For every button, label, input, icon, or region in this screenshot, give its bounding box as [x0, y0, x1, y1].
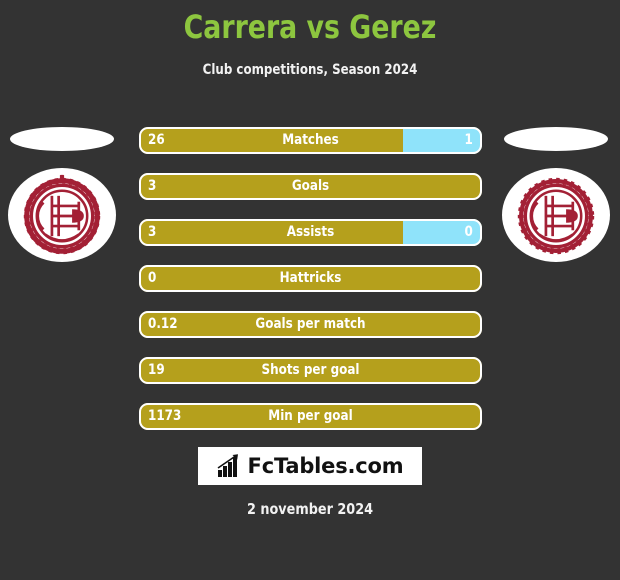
report-date: 2 november 2024 [246, 500, 374, 518]
stat-bar: 0.12 Goals per match [139, 311, 482, 338]
fctables-logo[interactable]: FcTables.com [198, 447, 422, 485]
stat-label: Matches [282, 132, 339, 148]
stat-bar: 26 Matches 1 [139, 127, 482, 154]
stat-bar: 0 Hattricks [139, 265, 482, 292]
stat-label: Goals [291, 178, 330, 194]
stat-bar: 19 Shots per goal [139, 357, 482, 384]
page-title: Carrera vs Gerez [183, 8, 437, 46]
fctables-logo-text: FcTables.com [247, 454, 404, 478]
crest-top-ellipse-left [10, 127, 114, 151]
page-subtitle: Club competitions, Season 2024 [202, 62, 418, 78]
stat-comparison-card: Carrera vs Gerez Club competitions, Seas… [0, 0, 620, 580]
club-crest-left [4, 124, 122, 264]
stat-label: Shots per goal [261, 362, 360, 378]
stat-label: Assists [286, 224, 335, 240]
club-crest-right [498, 124, 616, 264]
lanus-cogwheel-icon-left [23, 174, 101, 255]
stat-bar: 1173 Min per goal [139, 403, 482, 430]
bar-chart-growth-icon [217, 454, 238, 477]
stat-value-away: 0 [464, 224, 473, 240]
stat-label: Min per goal [268, 408, 353, 424]
stat-bar: 3 Goals [139, 173, 482, 200]
crest-top-ellipse-right [504, 127, 608, 151]
stat-label: Hattricks [279, 270, 342, 286]
stat-bar: 3 Assists 0 [139, 219, 482, 246]
stat-value-away: 1 [464, 132, 473, 148]
lanus-cogwheel-icon-right [517, 177, 595, 255]
stat-label: Goals per match [255, 316, 366, 332]
